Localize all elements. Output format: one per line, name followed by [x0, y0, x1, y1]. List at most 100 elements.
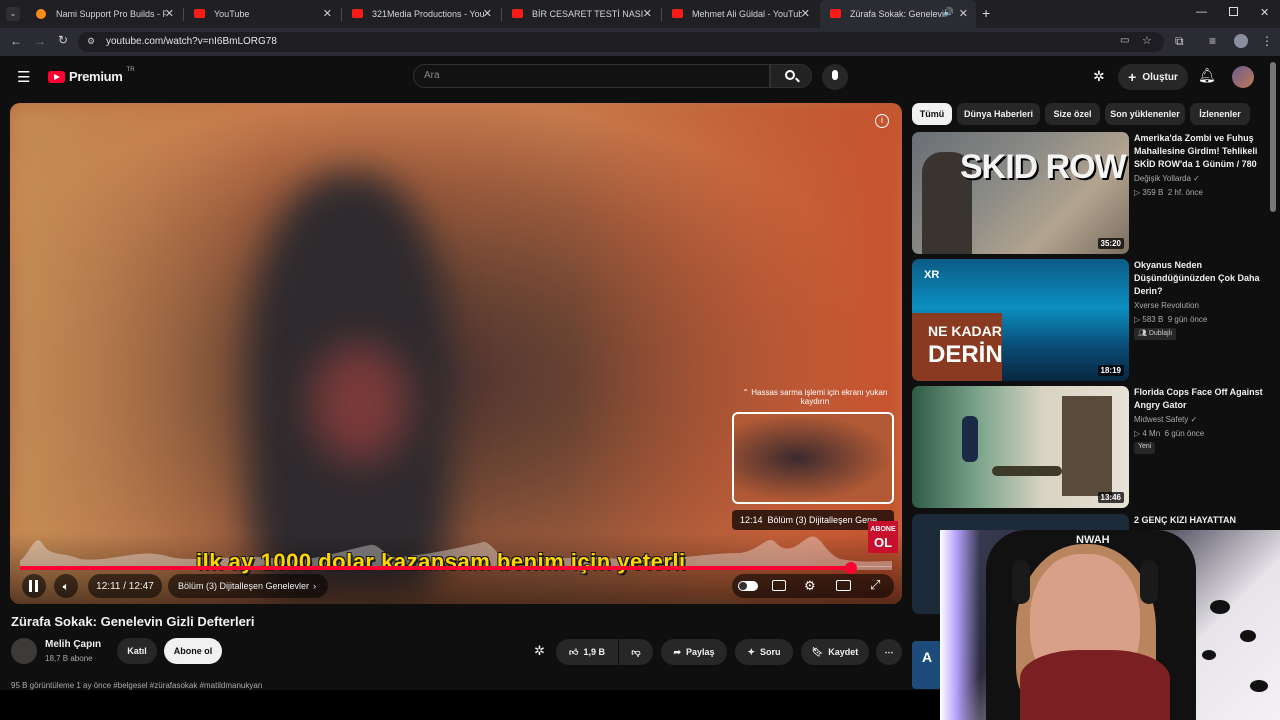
- premium-sparkle-icon[interactable]: ✲: [1093, 68, 1105, 85]
- video-title: Zürafa Sokak: Genelevin Gizli Defterleri: [11, 614, 255, 629]
- site-info-icon[interactable]: ⚙: [87, 36, 95, 47]
- channel-avatar[interactable]: [11, 638, 37, 664]
- pause-button[interactable]: [22, 574, 46, 598]
- join-button[interactable]: Katıl: [117, 638, 157, 664]
- info-icon[interactable]: i: [875, 114, 889, 128]
- settings-gear-icon[interactable]: ⚙: [804, 578, 816, 594]
- fullscreen-icon[interactable]: ⤢: [870, 577, 880, 593]
- subscribe-label: Abone ol: [173, 646, 213, 656]
- browser-tab[interactable]: Nami Support Pro Builds - Pro& ✕: [26, 0, 182, 28]
- browser-tab[interactable]: BİR CESARET TESTİ NASIL FELA ✕: [502, 0, 660, 28]
- account-avatar[interactable]: [1232, 66, 1254, 88]
- youtube-icon: [672, 9, 683, 18]
- chip-watched[interactable]: İzlenenler: [1190, 103, 1250, 125]
- cast-icon[interactable]: ▭: [1120, 35, 1129, 46]
- progress-bar[interactable]: [20, 562, 892, 574]
- video-player[interactable]: i ⌃ Hassas sarma işlemi için ekranı yuka…: [10, 103, 902, 604]
- search-button[interactable]: [770, 64, 812, 88]
- chip-recent[interactable]: Son yüklenenler: [1105, 103, 1185, 125]
- video-thumbnail[interactable]: SKID ROW 35:20: [912, 132, 1129, 254]
- extensions-icon[interactable]: ⧉: [1175, 34, 1184, 49]
- recommended-title[interactable]: Okyanus Neden Düşündüğünüzden Çok Daha D…: [1134, 259, 1264, 298]
- hamburger-menu-icon[interactable]: ☰: [17, 68, 30, 86]
- close-tab-icon[interactable]: ✕: [801, 7, 810, 20]
- chip-all[interactable]: Tümü: [912, 103, 952, 125]
- close-tab-icon[interactable]: ✕: [483, 7, 492, 20]
- subtitle-caption: ilk ay 1000 dolar kazansam benim için ye…: [196, 549, 686, 574]
- forward-icon[interactable]: →: [34, 34, 46, 48]
- pillow-spot: [1240, 630, 1256, 642]
- recommended-title[interactable]: 2 GENÇ KIZI HAYATTAN: [1134, 514, 1264, 527]
- recommended-title[interactable]: Amerika'da Zombi ve Fuhuş Mahallesine Gi…: [1134, 132, 1264, 171]
- recommended-title[interactable]: Florida Cops Face Off Against Angry Gato…: [1134, 386, 1264, 412]
- volume-button[interactable]: 🔈︎: [54, 574, 78, 598]
- channel-name[interactable]: Melih Çapın: [45, 639, 101, 650]
- video-thumbnail[interactable]: A: [912, 641, 942, 689]
- more-actions-button[interactable]: ⋯: [876, 639, 902, 665]
- video-duration: 35:20: [1097, 238, 1124, 249]
- profile-avatar-icon[interactable]: [1234, 34, 1248, 48]
- tab-title: Zürafa Sokak: Genelevin Gi: [850, 9, 946, 19]
- upload-age: 2 hf. önce: [1167, 188, 1203, 197]
- reload-icon[interactable]: ↻: [58, 33, 68, 47]
- recommended-channel[interactable]: Değişik Yollarda ✓: [1134, 174, 1200, 183]
- tab-list-icon[interactable]: ⌄: [6, 7, 20, 21]
- new-tab-icon[interactable]: +: [982, 5, 990, 21]
- theater-mode-icon[interactable]: [836, 580, 851, 591]
- ask-label: Soru: [760, 647, 781, 657]
- verified-icon: ✓: [1193, 174, 1200, 183]
- browser-tab[interactable]: YouTube ✕: [184, 0, 340, 28]
- chip-world-news[interactable]: Dünya Haberleri: [957, 103, 1040, 125]
- minimize-icon[interactable]: —: [1196, 6, 1207, 18]
- seek-hint: ⌃ Hassas sarma işlemi için ekranı yukarı…: [732, 388, 898, 406]
- description-box[interactable]: 95 B görüntüleme 1 ay önce #belgesel #zü…: [11, 681, 903, 690]
- thumbnail-text-1: NE KADAR: [928, 323, 1002, 339]
- pillow-spot: [1202, 650, 1216, 660]
- close-tab-icon[interactable]: ✕: [323, 7, 332, 20]
- close-tab-icon[interactable]: ✕: [959, 7, 968, 20]
- recommended-channel[interactable]: Midwest Safety ✓: [1134, 415, 1197, 424]
- thumbs-down-icon: 👎︎: [631, 646, 641, 657]
- voice-search-button[interactable]: [822, 64, 848, 90]
- maximize-icon[interactable]: [1229, 7, 1238, 16]
- speaker-icon[interactable]: 🔊: [943, 7, 954, 18]
- close-window-icon[interactable]: ✕: [1260, 6, 1269, 19]
- subscribe-watermark[interactable]: ABONE OL: [868, 521, 898, 553]
- scrubber-handle[interactable]: [845, 562, 858, 574]
- save-button[interactable]: 🔖︎ Kaydet: [801, 639, 869, 665]
- chapter-button[interactable]: Bölüm (3) Dijitalleşen Genelevler ›: [168, 574, 328, 598]
- create-button[interactable]: + Oluştur: [1118, 64, 1188, 90]
- subtitles-icon[interactable]: [772, 580, 786, 591]
- watermark-line-1: ABONE: [870, 526, 896, 533]
- search-input[interactable]: Ara: [413, 64, 770, 88]
- notifications-bell-icon[interactable]: 🔔︎: [1198, 67, 1216, 84]
- chapter-title: Bölüm (3) Dijitalleşen Genelevler: [178, 581, 310, 591]
- page-scrollbar[interactable]: [1270, 62, 1276, 212]
- youtube-logo[interactable]: Premium TR: [48, 67, 135, 84]
- share-label: Paylaş: [686, 647, 715, 657]
- like-button[interactable]: 👍︎ 1,9 B: [556, 639, 618, 665]
- back-icon[interactable]: ←: [10, 34, 22, 48]
- autoplay-toggle[interactable]: [738, 581, 758, 591]
- bookmark-star-icon[interactable]: ☆: [1142, 34, 1152, 47]
- browser-tab[interactable]: 321Media Productions - YouTu ✕: [342, 0, 500, 28]
- recommended-channel[interactable]: Xverse Revolution: [1134, 301, 1199, 310]
- address-bar[interactable]: ⚙ youtube.com/watch?v=nI6BmLORG78 ▭ ☆: [78, 32, 1164, 52]
- chip-for-you[interactable]: Size özel: [1045, 103, 1100, 125]
- ask-button[interactable]: ✦ Soru: [735, 639, 793, 665]
- favicon-icon: [36, 9, 46, 19]
- close-tab-icon[interactable]: ✕: [643, 7, 652, 20]
- video-thumbnail[interactable]: 13:46: [912, 386, 1129, 508]
- browser-tab-active[interactable]: Zürafa Sokak: Genelevin Gi 🔊 ✕: [820, 0, 976, 28]
- browser-menu-icon[interactable]: ⋮: [1261, 34, 1273, 48]
- share-button[interactable]: ➦ Paylaş: [661, 639, 727, 665]
- dislike-button[interactable]: 👎︎: [619, 639, 653, 665]
- xr-logo: XR: [924, 269, 940, 281]
- subscriber-count: 18,7 B abone: [45, 654, 93, 663]
- browser-tab[interactable]: Mehmet Ali Güldal - YouTube ✕: [662, 0, 818, 28]
- reading-list-icon[interactable]: ≡: [1209, 34, 1216, 48]
- video-thumbnail[interactable]: XR NE KADAR DERİN 18:19: [912, 259, 1129, 381]
- subscribe-button[interactable]: Abone ol: [164, 638, 222, 664]
- premium-sparkle-icon[interactable]: ✲: [534, 643, 545, 659]
- close-tab-icon[interactable]: ✕: [165, 7, 174, 20]
